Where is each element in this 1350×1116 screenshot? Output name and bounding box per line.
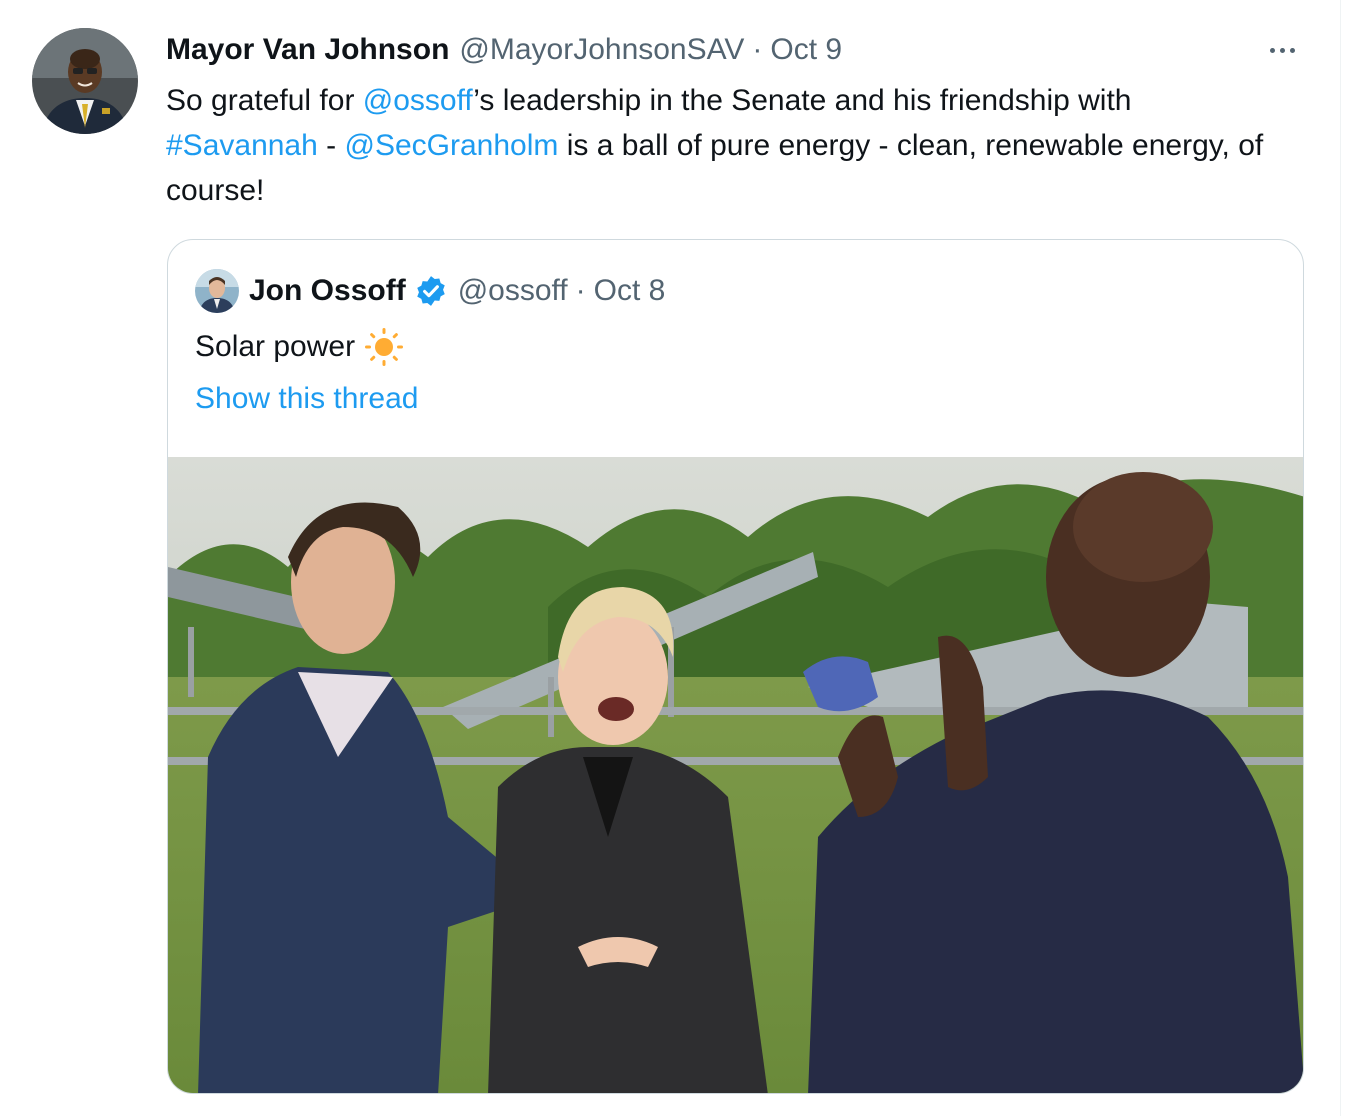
ellipsis-icon: [1279, 47, 1285, 53]
tweet-media-photo[interactable]: [168, 457, 1303, 1093]
timeline-border: [1340, 0, 1341, 1116]
tweet-text: So grateful for @ossoff’s leadership in …: [166, 78, 1286, 213]
ellipsis-icon: [1269, 47, 1275, 53]
quoted-tweet-timestamp: Oct 8: [593, 274, 666, 307]
verified-badge-icon: [416, 276, 445, 306]
quoted-tweet-header: Jon Ossoff @ossoff · Oct 8: [195, 269, 665, 313]
quoted-tweet-text-content: Solar power: [195, 330, 356, 363]
mention-link-secgranholm[interactable]: @SecGranholm: [344, 129, 558, 162]
photo-solar-field-icon: [168, 457, 1303, 1093]
tweet-header: Mayor Van Johnson @MayorJohnsonSAV · Oct…: [166, 30, 842, 70]
quoted-author-name: Jon Ossoff: [249, 274, 406, 307]
tweet-text-part: So grateful for: [166, 84, 363, 117]
quoted-author-avatar: [195, 269, 239, 313]
separator-dot: ·: [752, 33, 763, 66]
hashtag-link-savannah[interactable]: #Savannah: [166, 129, 318, 162]
quoted-tweet-text: Solar power: [195, 326, 405, 368]
tweet[interactable]: Mayor Van Johnson @MayorJohnsonSAV · Oct…: [0, 0, 1340, 1116]
sun-emoji-icon: [365, 328, 404, 366]
profile-photo-icon: [195, 269, 239, 313]
mention-link-ossoff[interactable]: @ossoff: [363, 84, 474, 117]
author-avatar[interactable]: [32, 28, 138, 134]
show-thread-link[interactable]: Show this thread: [195, 379, 418, 419]
author-name[interactable]: Mayor Van Johnson: [166, 33, 449, 67]
quoted-tweet-card[interactable]: Jon Ossoff @ossoff · Oct 8 Solar power S…: [167, 239, 1304, 1094]
ellipsis-icon: [1289, 47, 1295, 53]
tweet-timestamp[interactable]: Oct 9: [770, 33, 842, 67]
tweet-text-part: -: [317, 129, 345, 162]
tweet-text-part: ’s leadership in the Senate and his frie…: [473, 84, 1132, 117]
quoted-author-handle: @ossoff: [457, 274, 568, 307]
separator-dot: ·: [575, 274, 586, 307]
author-handle[interactable]: @MayorJohnsonSAV: [459, 33, 744, 67]
more-options-button[interactable]: [1262, 38, 1302, 62]
profile-photo-icon: [32, 28, 138, 134]
